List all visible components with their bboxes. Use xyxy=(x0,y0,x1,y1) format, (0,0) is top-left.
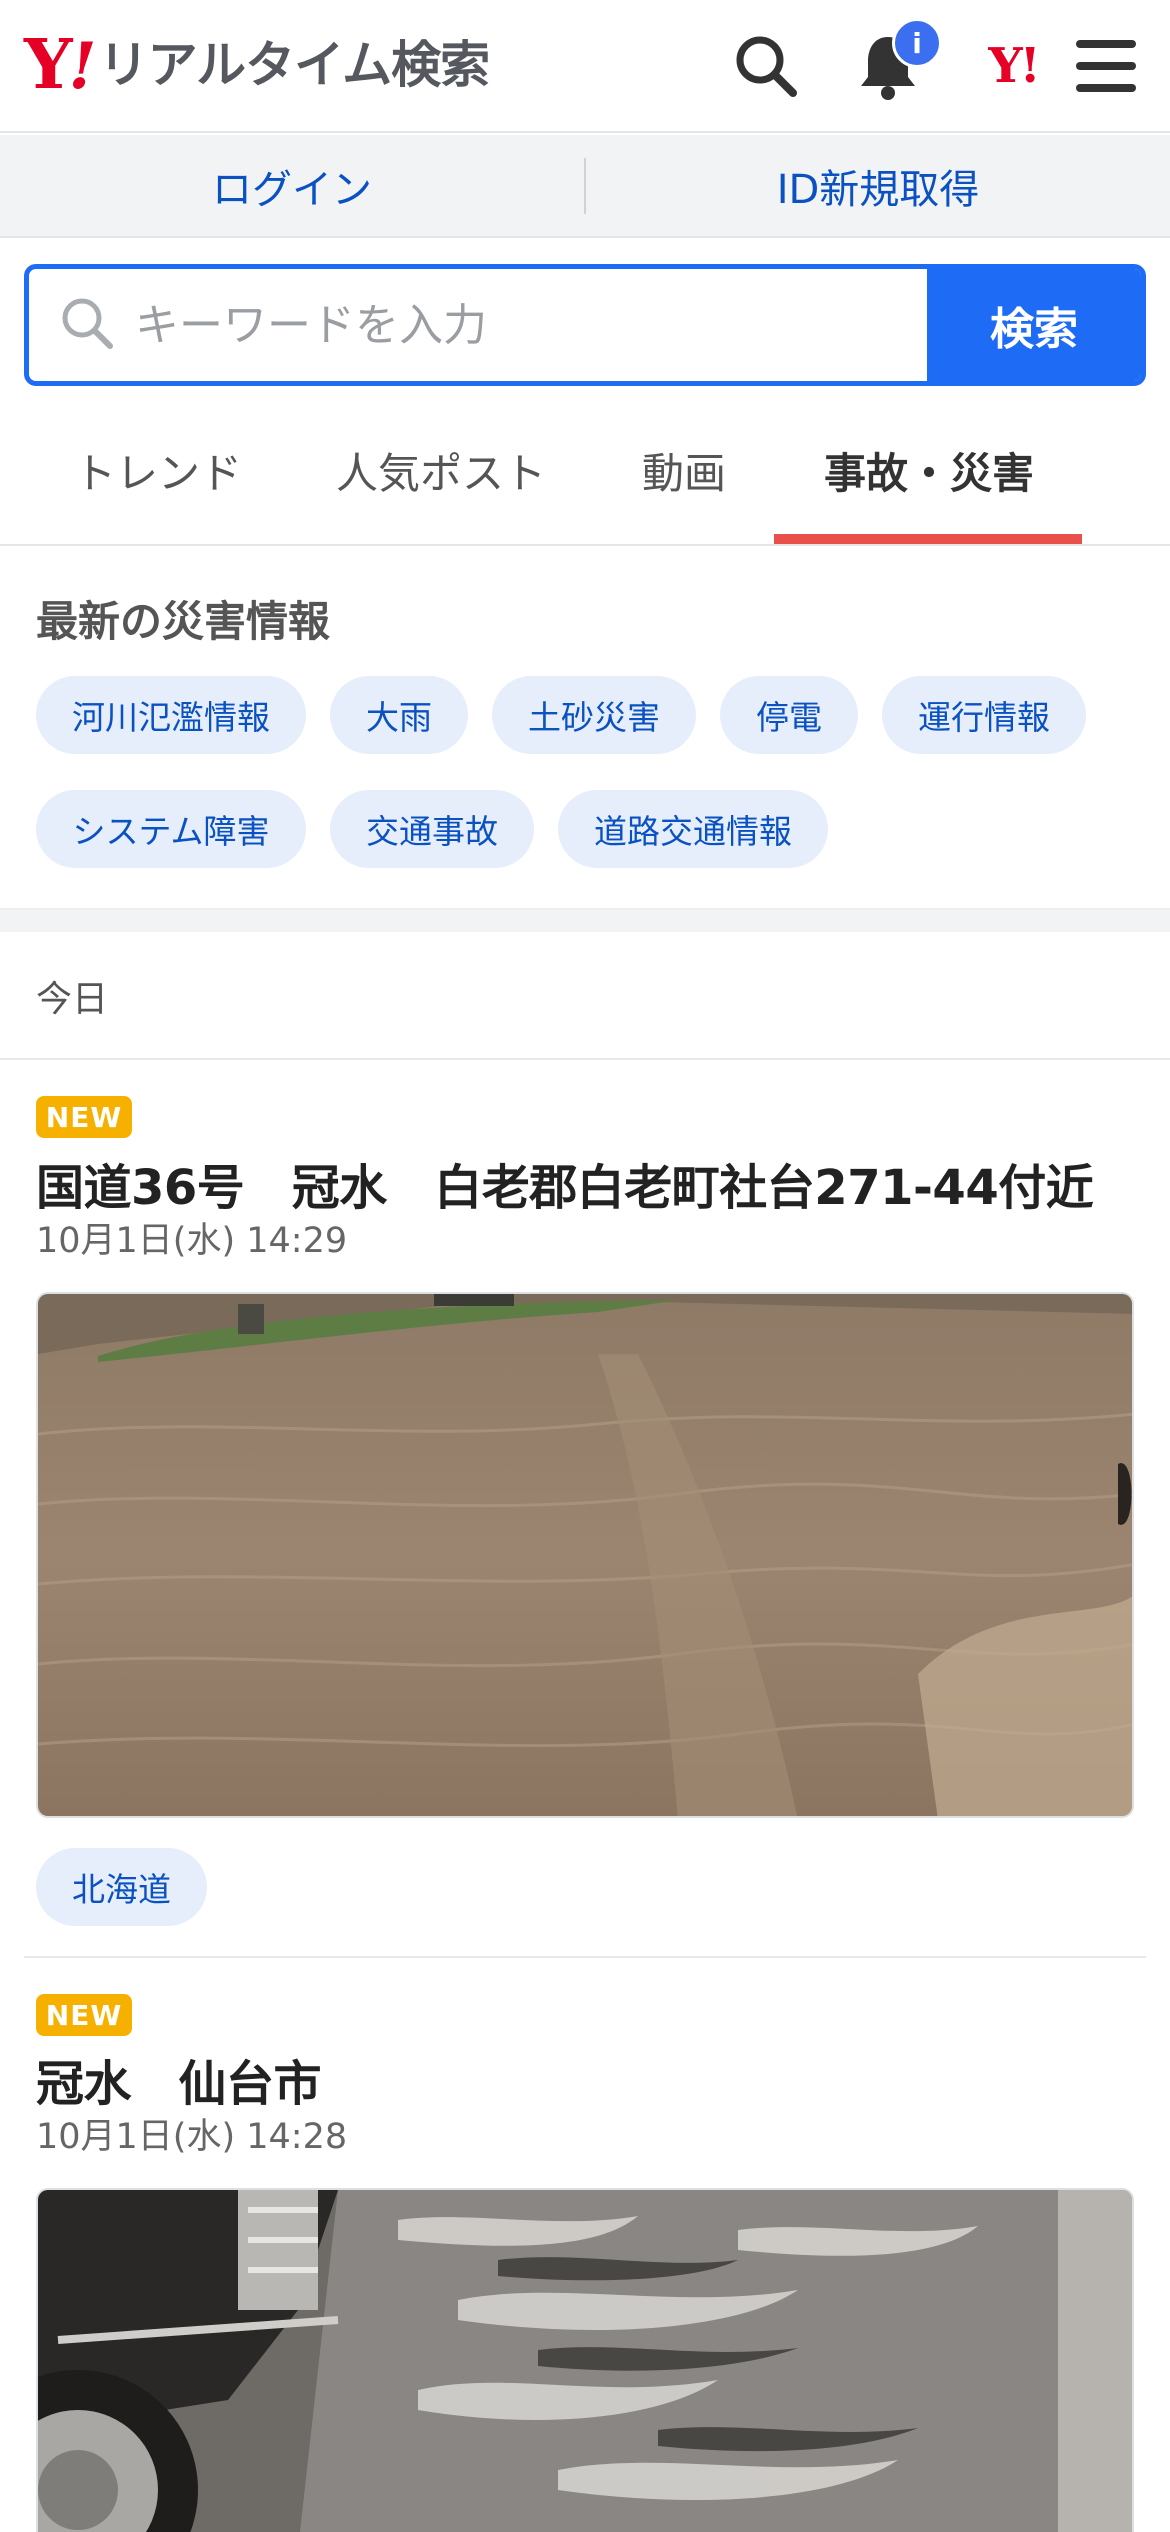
chip-transit-info[interactable]: 運行情報 xyxy=(882,676,1086,754)
tab-popular-posts[interactable]: 人気ポスト xyxy=(336,440,546,501)
chip-heavy-rain[interactable]: 大雨 xyxy=(330,676,468,754)
day-label: 今日 xyxy=(36,979,109,1020)
chip-river-flood[interactable]: 河川氾濫情報 xyxy=(36,676,306,754)
search-bar: 検索 xyxy=(24,264,1146,386)
search-field-icon xyxy=(59,295,115,355)
search-field[interactable] xyxy=(29,269,927,381)
tab-accidents-disasters[interactable]: 事故・災害 xyxy=(824,440,1034,501)
signup-link[interactable]: ID新規取得 xyxy=(586,157,1170,215)
active-tab-indicator xyxy=(774,534,1082,544)
chip-power-outage[interactable]: 停電 xyxy=(720,676,858,754)
app-header: Y! リアルタイム検索 i Y! xyxy=(0,0,1170,133)
chip-road-traffic-info[interactable]: 道路交通情報 xyxy=(558,790,828,868)
disaster-section-title: 最新の災害情報 xyxy=(36,597,331,646)
post-title[interactable]: 国道36号 冠水 白老郡白老町社台271-44付近 xyxy=(36,1148,1094,1218)
search-icon[interactable] xyxy=(728,28,804,104)
yahoo-small-logo: Y! xyxy=(988,38,1040,94)
tab-trend[interactable]: トレンド xyxy=(74,440,242,501)
new-badge: NEW xyxy=(36,1994,132,2036)
post-photo-flooded-street[interactable] xyxy=(36,2188,1134,2532)
notification-bell-icon[interactable]: i xyxy=(850,18,942,104)
chip-system-failure[interactable]: システム障害 xyxy=(36,790,306,868)
post-timestamp: 10月1日(水) 14:28 xyxy=(36,2117,348,2157)
post-timestamp: 10月1日(水) 14:29 xyxy=(36,1221,348,1261)
chip-traffic-accident[interactable]: 交通事故 xyxy=(330,790,534,868)
post-divider xyxy=(24,1956,1146,1958)
notification-badge: i xyxy=(892,18,942,68)
search-input[interactable] xyxy=(135,299,835,351)
post-photo-flooded-road[interactable] xyxy=(36,1292,1134,1818)
logo-text: リアルタイム検索 xyxy=(98,36,490,94)
new-badge: NEW xyxy=(36,1096,132,1138)
chip-landslide[interactable]: 土砂災害 xyxy=(492,676,696,754)
menu-icon[interactable] xyxy=(1068,28,1144,104)
location-chip[interactable]: 北海道 xyxy=(36,1848,207,1926)
post-title[interactable]: 冠水 仙台市 xyxy=(36,2044,322,2114)
yahoo-home-link[interactable]: Y! xyxy=(968,28,1058,104)
tab-bar: トレンド 人気ポスト 動画 事故・災害 xyxy=(0,398,1170,546)
section-separator xyxy=(0,908,1170,932)
tab-video[interactable]: 動画 xyxy=(642,440,726,501)
login-link[interactable]: ログイン xyxy=(0,157,584,215)
login-bar: ログイン ID新規取得 xyxy=(0,135,1170,238)
yahoo-logo-mark: Y! xyxy=(24,25,97,105)
site-logo[interactable]: Y! リアルタイム検索 xyxy=(24,25,490,105)
search-button[interactable]: 検索 xyxy=(927,269,1141,381)
day-divider xyxy=(0,1058,1170,1060)
